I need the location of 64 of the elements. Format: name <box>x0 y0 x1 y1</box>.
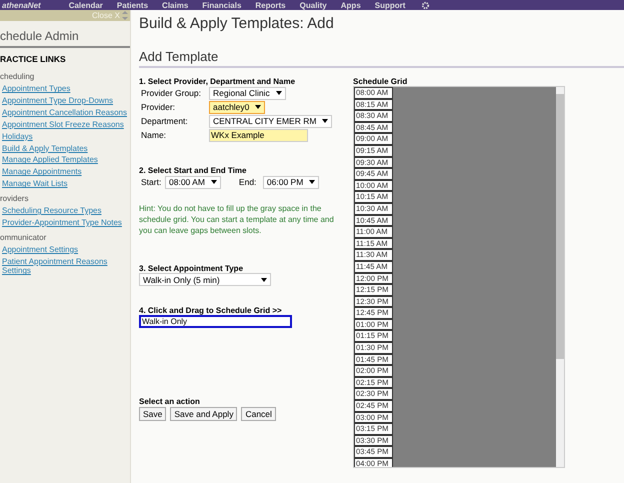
caret-icon <box>261 278 267 282</box>
dropdown[interactable]: CENTRAL CITY EMER RM <box>209 114 332 128</box>
field-label: End: <box>238 177 258 187</box>
sidebar-link[interactable]: Provider-Appointment Type Notes <box>2 218 122 228</box>
grid-title: Schedule Grid <box>353 77 408 86</box>
sidebar-link[interactable]: Scheduling Resource Types <box>2 206 102 216</box>
dropdown[interactable]: aatchley0 <box>209 100 266 114</box>
section-title: Add Template <box>139 49 624 68</box>
draggable-item[interactable]: Walk-in Only <box>139 315 292 328</box>
nav-menu-item[interactable]: Financials <box>202 0 242 10</box>
page-title: Build & Apply Templates: Add <box>139 15 335 32</box>
caret-icon <box>255 105 262 109</box>
scrollbar[interactable] <box>556 87 564 467</box>
sidebar-link[interactable]: Holidays <box>2 132 33 142</box>
dropdown[interactable]: 08:00 AM <box>165 176 221 188</box>
logo[interactable]: athenaNet <box>2 0 41 10</box>
caret-icon <box>309 180 316 184</box>
sidebar-title: chedule Admin <box>0 29 130 48</box>
dropdown[interactable]: Regional Clinic <box>209 86 286 100</box>
nav-menu-item[interactable]: Patients <box>116 0 148 10</box>
sidebar-link[interactable]: Appointment Type Drop-Downs <box>2 96 114 106</box>
caret-icon <box>276 91 282 95</box>
sidebar-link[interactable]: Manage Applied Templates <box>2 155 98 165</box>
action-button[interactable]: Cancel <box>241 407 276 421</box>
field-label: Provider Group: <box>141 88 202 98</box>
sidebar-section-title: roviders <box>0 194 28 203</box>
caret-icon <box>210 180 217 184</box>
field-label: Department: <box>141 116 189 126</box>
caret-icon <box>322 119 328 123</box>
field-label: Name: <box>141 130 168 140</box>
sidebar-link[interactable]: Manage Appointments <box>2 167 82 177</box>
field-label: Provider: <box>141 102 176 112</box>
action-button[interactable]: Save and Apply <box>170 407 238 421</box>
action-button[interactable]: Save <box>139 407 166 421</box>
hint-text: Hint: You do not have to fill up the gray space in the schedule grid. You can start a template at any time and you can leave gaps between slots. <box>139 203 335 236</box>
step-heading: 2. Select Start and End Time <box>139 166 246 175</box>
nav-menu-item[interactable]: Apps <box>340 0 361 10</box>
dropdown[interactable]: 06:00 PM <box>262 176 320 188</box>
step-heading: 3. Select Appointment Type <box>139 264 244 273</box>
field-label: Start: <box>141 177 162 187</box>
sidebar-link[interactable]: Appointment Settings <box>2 244 78 254</box>
schedule-grid[interactable] <box>353 86 565 468</box>
settings-icon[interactable] <box>421 0 430 10</box>
step-heading: Select an action <box>139 397 200 406</box>
sidebar-section-title: ommunicator <box>0 232 46 242</box>
step-heading: 1. Select Provider, Department and Name <box>139 77 296 86</box>
sidebar-heading: RACTICE LINKS <box>0 54 66 64</box>
sidebar-link[interactable]: Build & Apply Templates <box>2 144 88 154</box>
nav-menu-item[interactable]: Claims <box>162 0 188 10</box>
scrollbar-thumb[interactable] <box>556 94 564 359</box>
sidebar-link[interactable]: Appointment Types <box>2 84 70 94</box>
nav-menu-item[interactable]: Reports <box>255 0 286 10</box>
step-heading: 4. Click and Drag to Schedule Grid >> <box>139 306 282 315</box>
scroll-arrows-icon[interactable] <box>122 11 128 20</box>
nav-menu-item[interactable]: Quality <box>300 0 327 10</box>
input-field[interactable]: WKx Example <box>209 128 308 142</box>
sidebar-link[interactable]: Manage Wait Lists <box>2 179 68 189</box>
sidebar-link[interactable]: Appointment Cancellation Reasons <box>2 108 127 118</box>
nav-menu-item[interactable]: Calendar <box>68 0 103 10</box>
sidebar-link[interactable]: Patient Appointment Reasons Settings <box>2 256 130 276</box>
dropdown[interactable]: Walk-in Only (5 min) <box>139 273 271 286</box>
sidebar-link[interactable]: Appointment Slot Freeze Reasons <box>2 120 124 130</box>
sidebar-section-title: cheduling <box>0 72 34 81</box>
nav-menu-item[interactable]: Support <box>374 0 406 10</box>
